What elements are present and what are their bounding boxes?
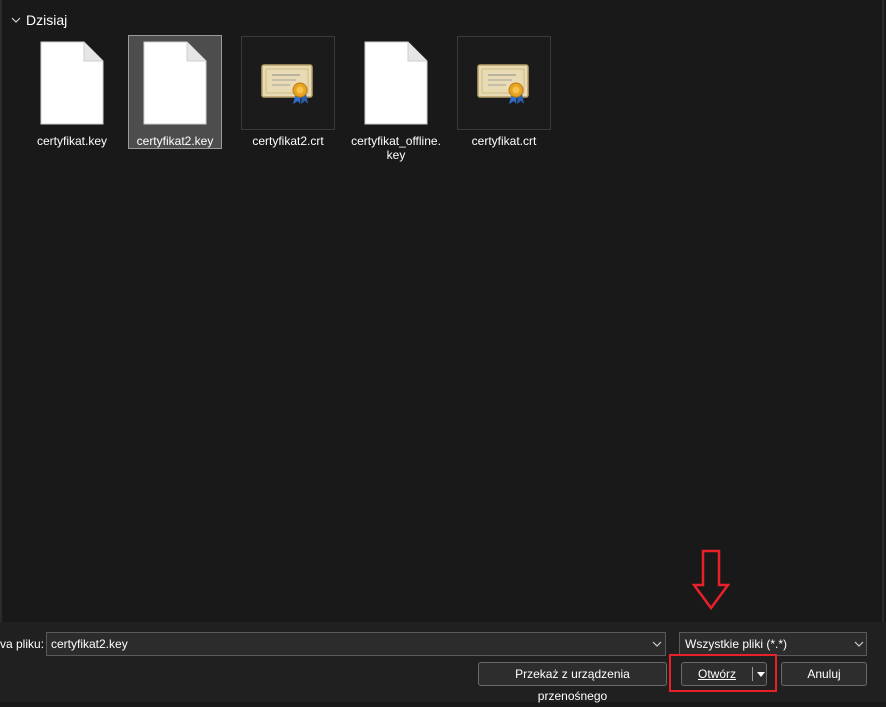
certificate-icon [261, 64, 313, 104]
blank-file-icon [40, 41, 104, 125]
chevron-down-icon[interactable] [852, 637, 866, 651]
highlight-annotation [669, 654, 777, 692]
chevron-down-icon [11, 17, 21, 23]
chevron-down-icon[interactable] [650, 637, 664, 651]
blank-file-icon [143, 41, 207, 125]
group-header-label: Dzisiaj [26, 12, 68, 28]
file-item[interactable]: certyfikat.crt [457, 36, 551, 148]
filename-input[interactable]: certyfikat2.key [46, 632, 666, 656]
down-arrow-annotation [692, 549, 730, 611]
file-item-selected[interactable]: certyfikat2.key [128, 35, 222, 149]
filename-label: va pliku: [0, 637, 45, 651]
file-name: certyfikat_offline. key [351, 134, 441, 162]
file-type-select[interactable]: Wszystkie pliki (*.*) [679, 632, 867, 656]
file-item[interactable]: certyfikat_offline. key [349, 36, 443, 162]
group-header[interactable]: Dzisiaj [10, 10, 67, 30]
file-name: certyfikat.crt [471, 134, 537, 148]
file-name: certyfikat2.crt [252, 134, 324, 148]
file-name: certyfikat2.key [136, 134, 214, 148]
certificate-icon [477, 64, 529, 104]
cancel-button[interactable]: Anuluj [781, 662, 867, 686]
import-from-portable-device-button[interactable]: Przekaż z urządzenia przenośnego [478, 662, 667, 703]
file-list-area[interactable]: Dzisiaj certyfikat.key certyfikat2.key c… [0, 0, 884, 622]
file-item[interactable]: certyfikat.key [25, 36, 119, 148]
file-name: certyfikat.key [36, 134, 108, 148]
blank-file-icon [364, 41, 428, 125]
file-item[interactable]: certyfikat2.crt [241, 36, 335, 148]
